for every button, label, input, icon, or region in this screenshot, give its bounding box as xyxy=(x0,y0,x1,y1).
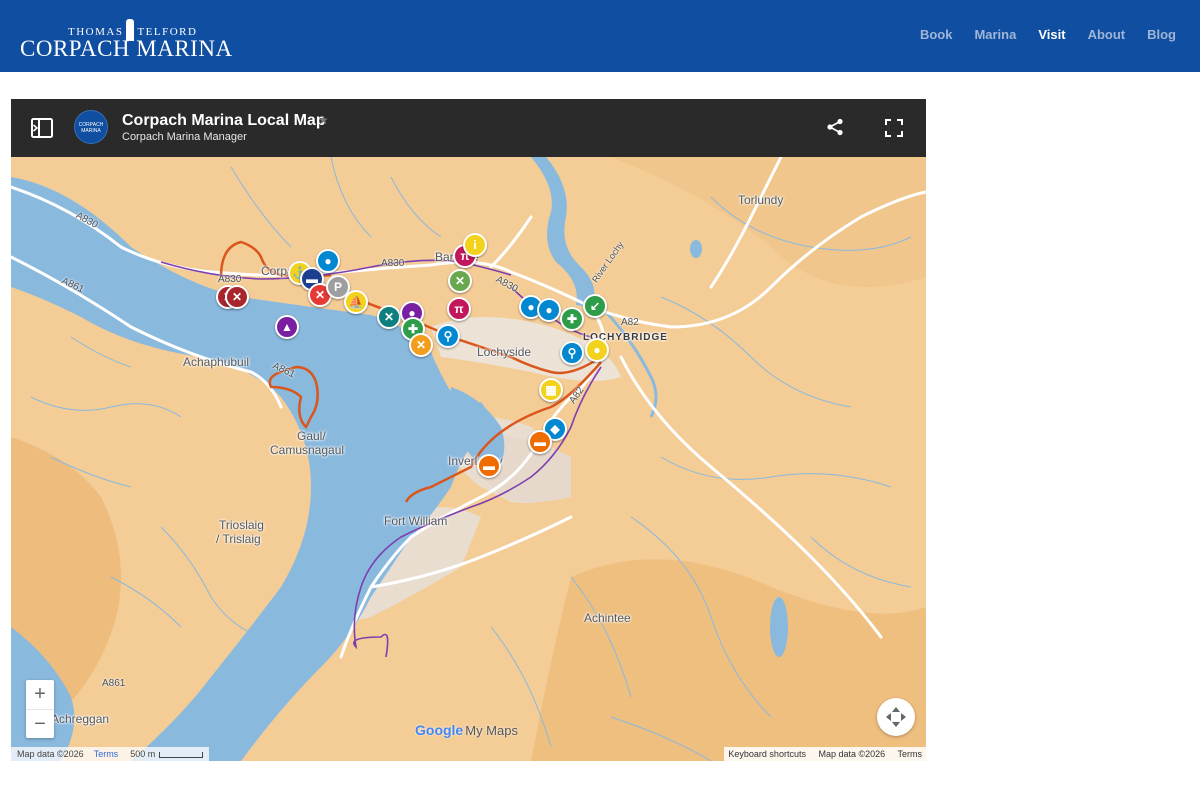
zoom-in-button[interactable]: + xyxy=(26,680,54,709)
road-label: A830 xyxy=(381,258,405,269)
medical-icon[interactable]: ✚ xyxy=(560,307,584,331)
tools-icon[interactable]: ✕ xyxy=(225,285,249,309)
nav-book[interactable]: Book xyxy=(920,27,953,42)
map-owner-avatar[interactable]: CORPACH MARINA xyxy=(74,110,108,144)
scale-bar xyxy=(159,752,204,758)
recenter-button[interactable] xyxy=(877,698,915,736)
info-icon[interactable]: i xyxy=(463,233,487,257)
logo-wordmark: CORPACH MARINA xyxy=(20,36,233,61)
car-icon[interactable]: ▬ xyxy=(528,430,552,454)
site-header: THOMAS TELFORD CORPACH MARINA Book Marina… xyxy=(0,0,1200,72)
scale-label[interactable]: 500 m xyxy=(130,749,155,759)
road-label: A861 xyxy=(102,678,126,689)
terms-link[interactable]: Terms xyxy=(94,749,119,759)
nav-blog[interactable]: Blog xyxy=(1147,27,1176,42)
attribution-right: Keyboard shortcuts Map data ©2026 Terms xyxy=(724,747,926,761)
google-brand: Google xyxy=(415,722,464,738)
map-embed: CORPACH MARINA Corpach Marina Local Map … xyxy=(11,99,926,761)
recenter-icon xyxy=(886,707,906,727)
star-icon[interactable]: ★ xyxy=(318,113,329,127)
site-logo[interactable]: THOMAS TELFORD CORPACH MARINA xyxy=(20,8,240,64)
map-canvas[interactable]: Torlundy Corpach Banavie LOCHYBRIDGE Loc… xyxy=(11,157,926,761)
car-icon[interactable]: ▬ xyxy=(477,454,501,478)
zoom-out-button[interactable]: − xyxy=(26,709,54,738)
map-titlebar: CORPACH MARINA Corpach Marina Local Map … xyxy=(11,99,926,157)
location-pin-icon[interactable]: ● xyxy=(316,249,340,273)
boat-icon[interactable]: ⛵ xyxy=(344,290,368,314)
road-label: A830 xyxy=(218,274,242,285)
location-pin-icon[interactable]: ● xyxy=(585,338,609,362)
place-label: Fort William xyxy=(384,514,448,528)
fullscreen-icon[interactable] xyxy=(884,118,904,138)
place-label: Torlundy xyxy=(738,193,784,207)
map-subtitle: Corpach Marina Manager xyxy=(122,131,247,143)
location-pin-icon[interactable]: ● xyxy=(537,298,561,322)
place-label: Achintee xyxy=(584,611,631,625)
place-label: / Trislaig xyxy=(216,532,261,546)
place-label: Achreggan xyxy=(51,712,110,726)
share-icon[interactable] xyxy=(826,118,844,136)
castle-icon[interactable]: ▦ xyxy=(539,378,563,402)
lochan xyxy=(690,240,702,258)
map-title: Corpach Marina Local Map xyxy=(122,112,326,129)
lochan xyxy=(770,597,788,657)
map-data-label: Map data ©2026 xyxy=(17,749,84,759)
attribution-left: Map data ©2026 Terms 500 m xyxy=(11,747,210,761)
nav-visit[interactable]: Visit xyxy=(1038,27,1065,42)
place-label: Trioslaig xyxy=(219,518,264,532)
place-label: Lochyside xyxy=(477,345,532,359)
my-maps-label: My Maps xyxy=(465,723,518,738)
nav-marina[interactable]: Marina xyxy=(974,27,1016,42)
google-mymaps-logo: Google My Maps xyxy=(415,722,518,738)
toilets-icon[interactable]: ⚲ xyxy=(436,324,460,348)
shop-icon[interactable]: ✕ xyxy=(409,333,433,357)
place-label: Camusnagaul xyxy=(270,443,345,457)
avatar-text-2: MARINA xyxy=(81,128,101,134)
sidebar-toggle-icon[interactable] xyxy=(31,118,53,138)
main-nav: Book Marina Visit About Blog xyxy=(898,27,1176,42)
walking-icon[interactable]: ✕ xyxy=(377,305,401,329)
restaurant-icon[interactable]: ✕ xyxy=(448,269,472,293)
playground-icon[interactable]: π xyxy=(447,297,471,321)
terms-link[interactable]: Terms xyxy=(898,749,923,759)
place-label: Gaul/ xyxy=(297,429,326,443)
direction-icon[interactable]: ↙ xyxy=(583,294,607,318)
road-label: A82 xyxy=(621,317,639,328)
nav-about[interactable]: About xyxy=(1088,27,1126,42)
sailing-icon[interactable]: ▲ xyxy=(275,315,299,339)
place-label: Achaphubuil xyxy=(183,355,250,369)
map-data-label: Map data ©2026 xyxy=(818,749,886,759)
zoom-control: + − xyxy=(26,680,54,738)
keyboard-shortcuts-link[interactable]: Keyboard shortcuts xyxy=(728,749,806,759)
toilets-icon[interactable]: ⚲ xyxy=(560,341,584,365)
